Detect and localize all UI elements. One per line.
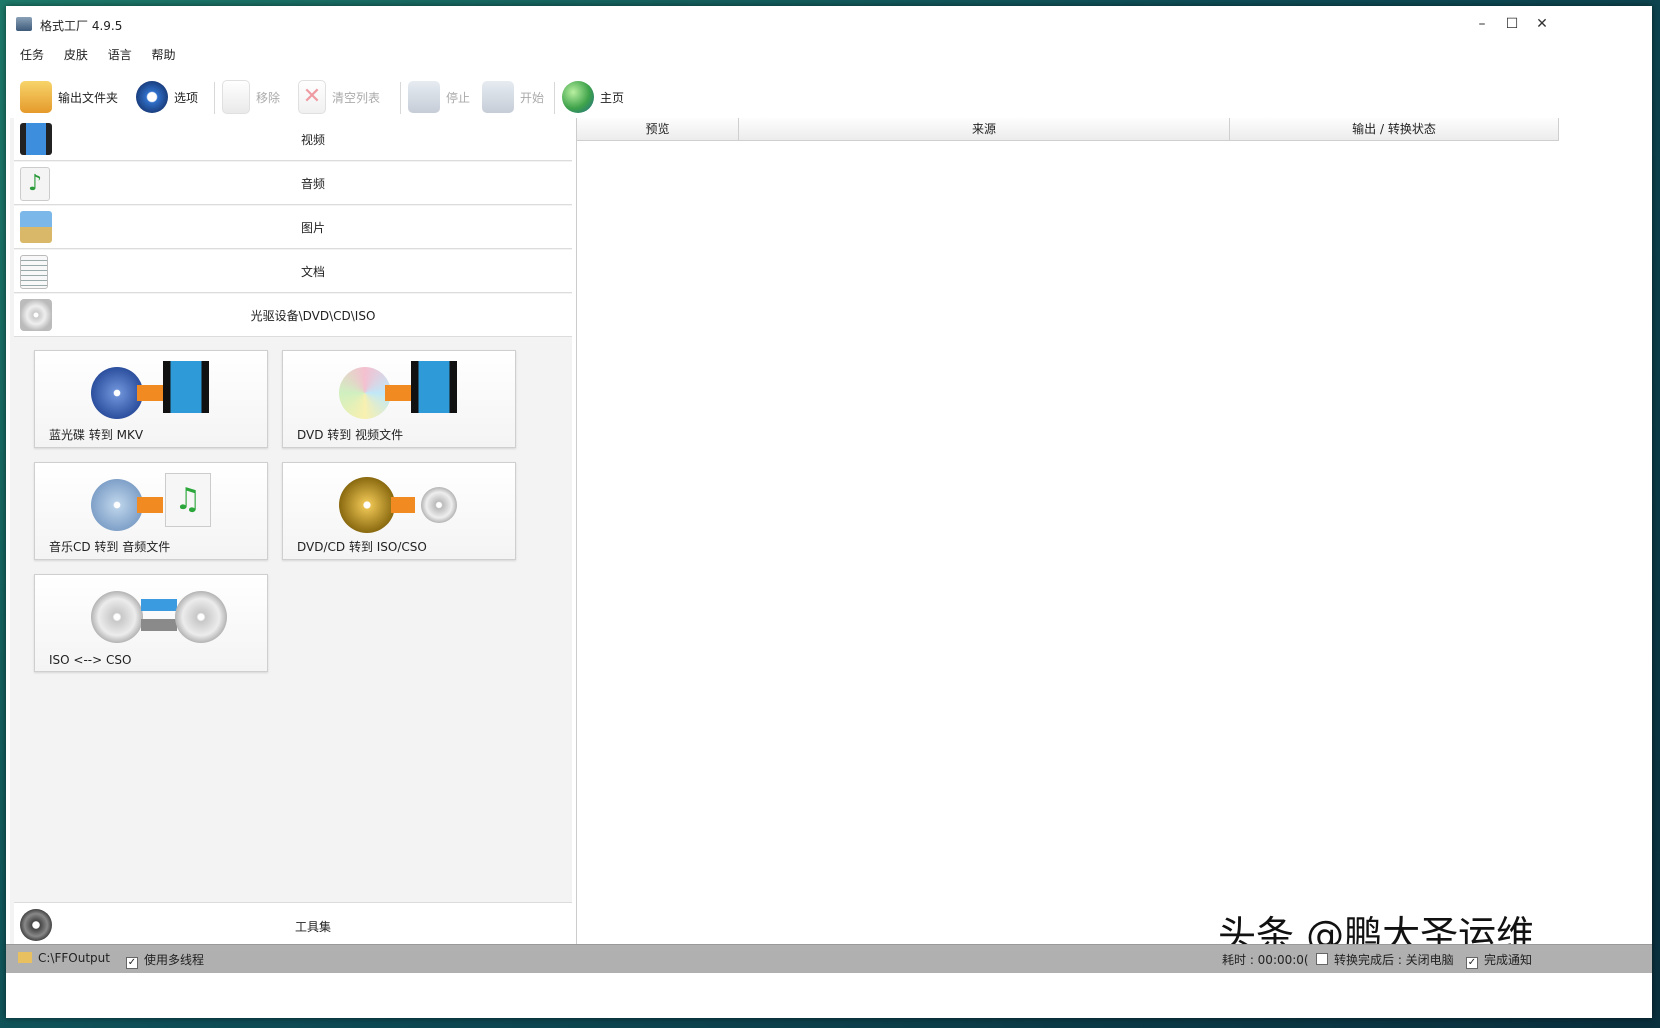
minimize-button[interactable]: –	[1470, 14, 1494, 34]
category-image[interactable]: 图片	[14, 206, 572, 249]
tile-dvdcd-to-iso[interactable]: DVD/CD 转到 ISO/CSO	[282, 462, 516, 560]
musiccd-to-audio-icon: ♫	[91, 473, 211, 535]
folder-icon	[18, 952, 32, 963]
column-output-status[interactable]: 输出 / 转换状态	[1230, 118, 1559, 141]
tools-section[interactable]: 工具集	[14, 902, 572, 949]
menu-task[interactable]: 任务	[20, 46, 44, 63]
status-bar: C:\FFOutput ✓ 使用多线程 耗时 : 00:00:0( 转换完成后 :…	[6, 944, 1652, 973]
stop-button[interactable]: 停止	[408, 76, 470, 118]
category-panel: 视频 ♪ 音频 图片 文档 光驱设备\DVD\CD\ISO 蓝光碟 转到 MKV…	[10, 118, 572, 950]
music-note-icon: ♪	[20, 167, 50, 201]
output-folder-button[interactable]: 输出文件夹	[20, 76, 118, 118]
iso-cso-icon	[91, 585, 227, 647]
disc-icon	[20, 299, 52, 331]
film-reel-icon	[20, 909, 52, 941]
checkbox-unchecked-icon	[1316, 953, 1328, 965]
toolbar-divider	[554, 82, 555, 114]
menu-bar: 任务 皮肤 语言 帮助	[20, 46, 192, 66]
remove-button[interactable]: 移除	[222, 76, 280, 118]
window-title: 格式工厂 4.9.5	[40, 19, 123, 33]
stop-icon	[408, 81, 440, 113]
output-path[interactable]: C:\FFOutput	[18, 951, 110, 965]
options-gear-icon	[136, 81, 168, 113]
film-icon	[20, 123, 52, 155]
start-icon	[482, 81, 514, 113]
tile-bluray-to-mkv[interactable]: 蓝光碟 转到 MKV	[34, 350, 268, 448]
clear-list-icon: ✕	[298, 80, 326, 114]
folder-icon	[20, 81, 52, 113]
toolbar: 输出文件夹 选项 移除 ✕ 清空列表 停止 开始 主页	[20, 76, 1650, 118]
category-optical-drive[interactable]: 光驱设备\DVD\CD\ISO	[14, 294, 572, 337]
dvdcd-to-iso-icon	[339, 473, 459, 535]
close-button[interactable]: ✕	[1530, 14, 1554, 34]
multithread-checkbox[interactable]: ✓ 使用多线程	[126, 951, 204, 969]
category-video[interactable]: 视频	[14, 118, 572, 161]
maximize-button[interactable]: ☐	[1500, 14, 1524, 34]
bluray-to-mkv-icon	[91, 361, 211, 423]
dvd-to-video-icon	[339, 361, 459, 423]
picture-icon	[20, 211, 52, 243]
checkbox-checked-icon: ✓	[126, 957, 138, 969]
elapsed-time: 耗时 : 00:00:0(	[1222, 953, 1309, 967]
tile-musiccd-to-audio[interactable]: ♫ 音乐CD 转到 音频文件	[34, 462, 268, 560]
category-audio[interactable]: ♪ 音频	[14, 162, 572, 205]
column-source[interactable]: 来源	[739, 118, 1230, 141]
menu-language[interactable]: 语言	[108, 46, 132, 63]
toolbar-divider	[214, 82, 215, 114]
title-bar: 格式工厂 4.9.5 – ☐ ✕	[6, 6, 1652, 40]
clear-list-button[interactable]: ✕ 清空列表	[298, 76, 380, 118]
menu-skin[interactable]: 皮肤	[64, 46, 88, 63]
tile-dvd-to-video[interactable]: DVD 转到 视频文件	[282, 350, 516, 448]
home-button[interactable]: 主页	[562, 76, 624, 118]
column-preview[interactable]: 预览	[577, 118, 739, 141]
globe-icon	[562, 81, 594, 113]
options-button[interactable]: 选项	[136, 76, 198, 118]
category-document[interactable]: 文档	[14, 250, 572, 293]
task-list: 预览 来源 输出 / 转换状态	[576, 118, 1559, 950]
app-window: 格式工厂 4.9.5 – ☐ ✕ 任务 皮肤 语言 帮助 输出文件夹 选项 移除…	[6, 6, 1652, 1018]
notify-checkbox[interactable]: ✓ 完成通知	[1466, 951, 1532, 969]
after-convert-checkbox[interactable]: 转换完成后 : 关闭电脑	[1316, 951, 1454, 968]
tile-iso-cso[interactable]: ISO <--> CSO	[34, 574, 268, 672]
app-logo-icon	[16, 17, 32, 31]
menu-help[interactable]: 帮助	[152, 46, 176, 63]
start-button[interactable]: 开始	[482, 76, 544, 118]
remove-icon	[222, 80, 250, 114]
document-icon	[20, 255, 48, 289]
toolbar-divider	[400, 82, 401, 114]
checkbox-checked-icon: ✓	[1466, 957, 1478, 969]
